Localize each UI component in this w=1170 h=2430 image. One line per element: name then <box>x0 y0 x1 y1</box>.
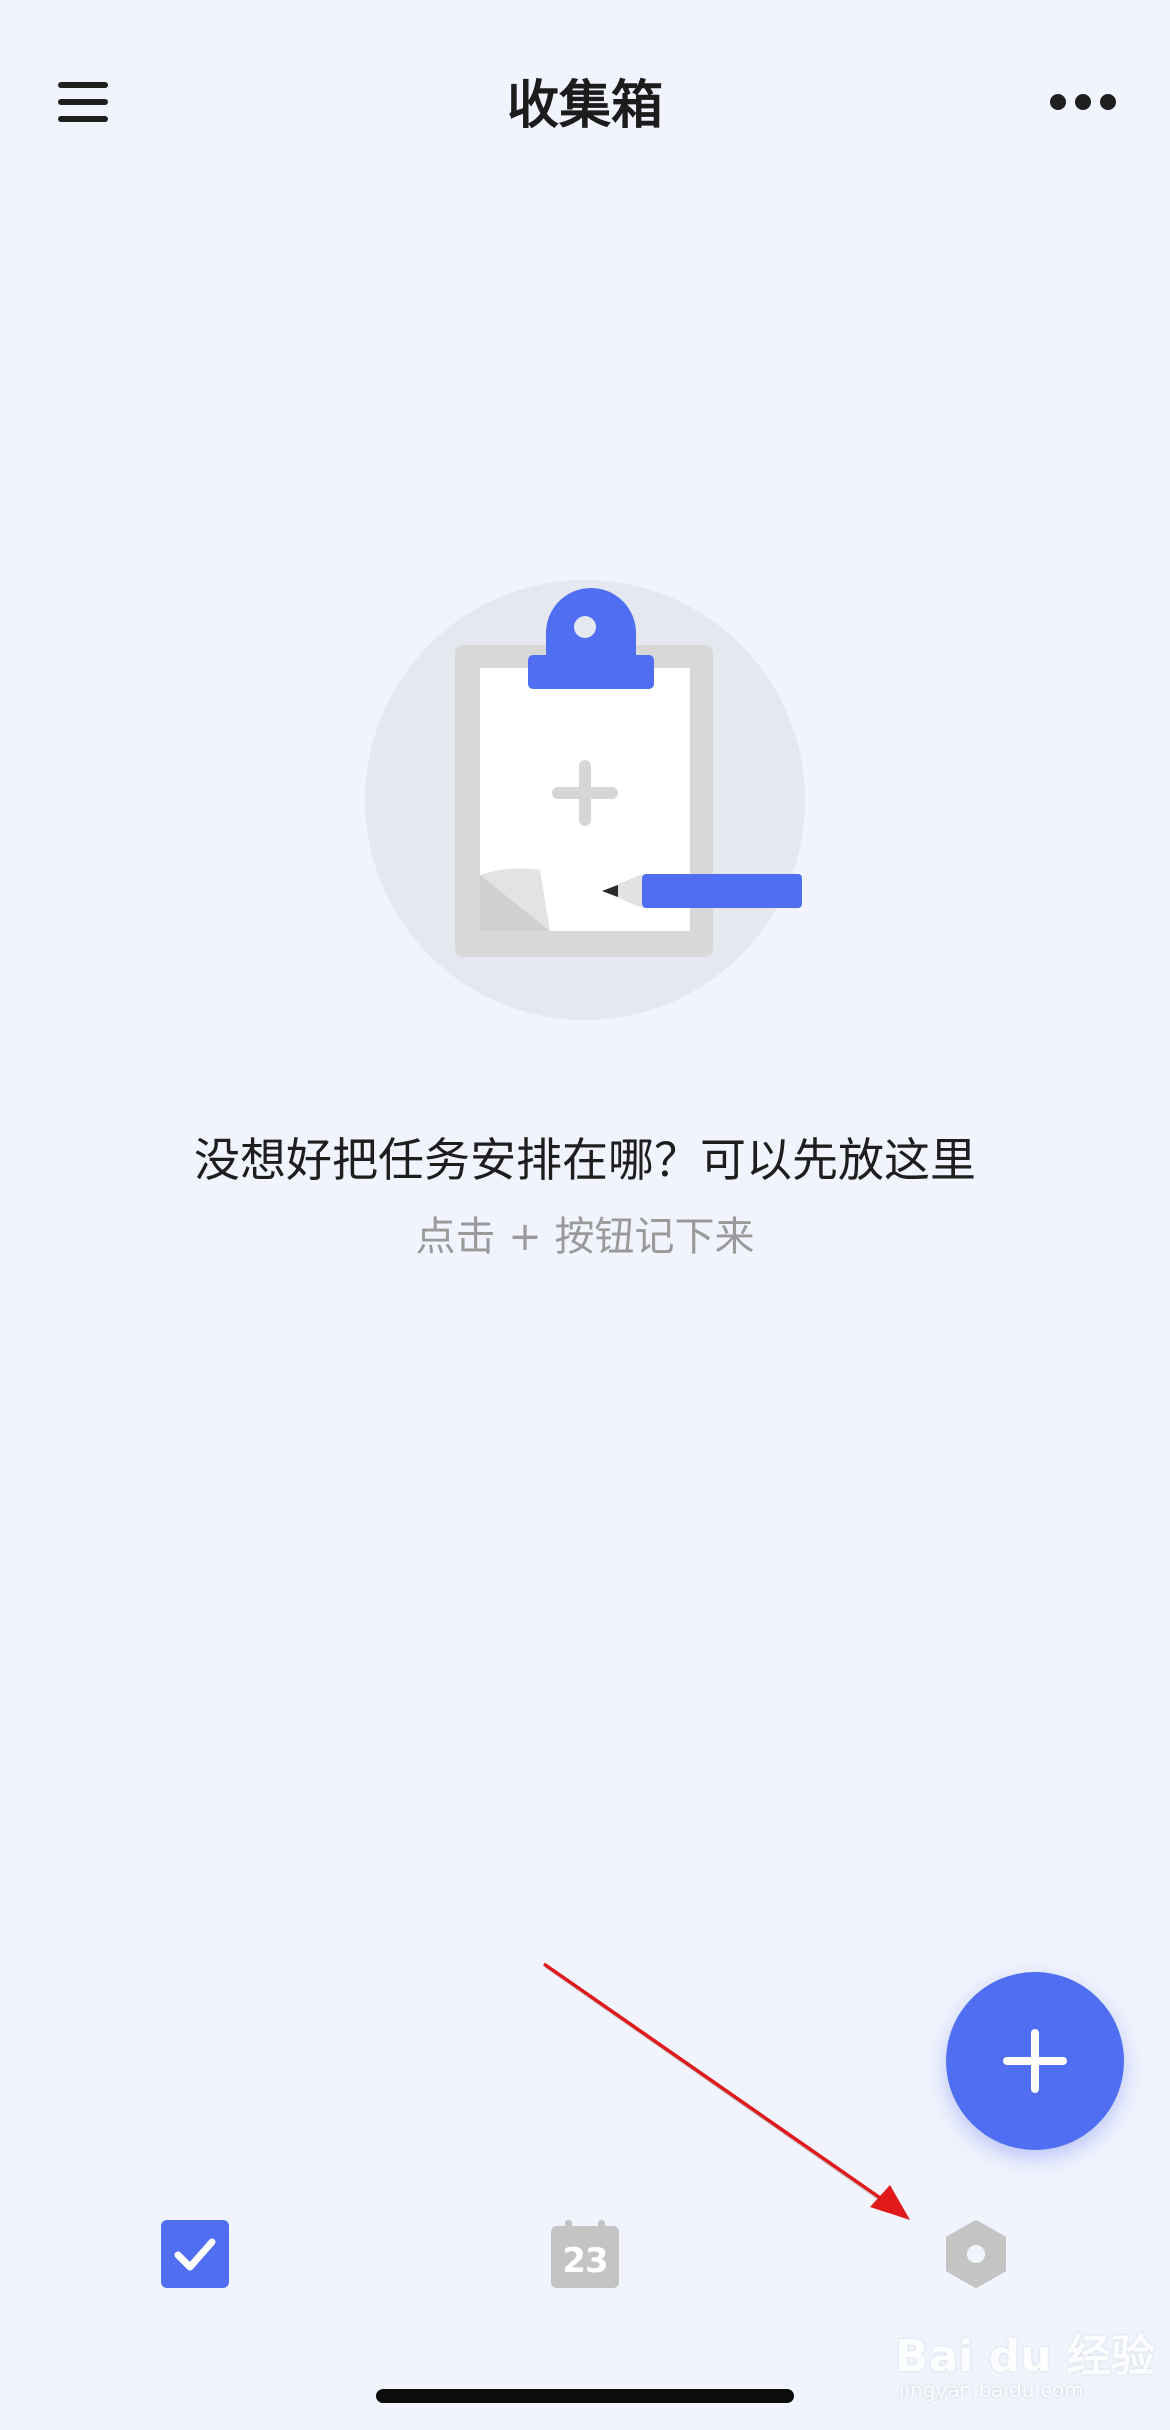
hexagon-icon <box>946 2220 1006 2288</box>
annotation-arrow-icon <box>543 1962 910 2220</box>
plus-icon <box>1003 2029 1067 2093</box>
clipboard-pencil-icon <box>365 580 805 1020</box>
more-dots-icon[interactable] <box>1050 92 1116 114</box>
calendar-date-label: 23 <box>562 2241 608 2281</box>
tab-habit[interactable] <box>942 2220 1010 2288</box>
tab-calendar[interactable]: 23 <box>551 2220 619 2288</box>
add-task-button[interactable] <box>946 1972 1124 2150</box>
page-title: 收集箱 <box>506 76 663 136</box>
watermark-url: jingyan.baidu.com <box>899 2378 1084 2402</box>
baidu-watermark: Bai du 经验 jingyan.baidu.com <box>895 2302 1155 2412</box>
empty-state-hint: 点击 + 按钮记下来 <box>415 1214 755 1260</box>
home-indicator <box>376 2389 794 2403</box>
tab-tasks[interactable] <box>161 2220 229 2288</box>
watermark-brand: Bai du 经验 <box>895 2331 1155 2382</box>
empty-state-title: 没想好把任务安排在哪？可以先放这里 <box>194 1133 976 1187</box>
checkbox-icon <box>161 2220 229 2288</box>
